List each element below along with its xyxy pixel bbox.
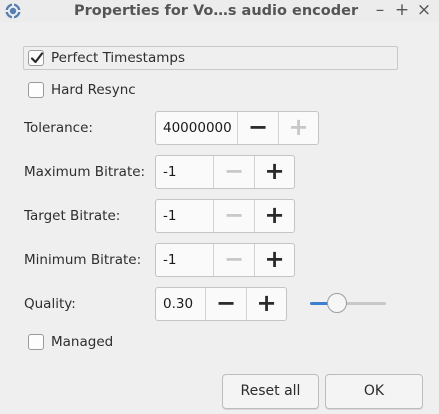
maximum-bitrate-spinbox[interactable]: -1 − +: [155, 155, 295, 189]
target-bitrate-decrement-button[interactable]: −: [214, 200, 254, 232]
maximum-bitrate-decrement-button[interactable]: −: [214, 156, 254, 188]
tolerance-spinbox[interactable]: 40000000 − +: [155, 111, 319, 145]
maximum-bitrate-input[interactable]: -1: [156, 156, 214, 188]
quality-decrement-button[interactable]: −: [206, 288, 246, 320]
hard-resync-label: Hard Resync: [51, 82, 136, 98]
tolerance-decrement-button[interactable]: −: [238, 112, 278, 144]
quality-input[interactable]: 0.30: [156, 288, 206, 320]
managed-label: Managed: [51, 334, 114, 350]
maximum-bitrate-increment-button[interactable]: +: [254, 156, 294, 188]
checkbox-box[interactable]: [28, 334, 44, 350]
minimum-bitrate-label: Minimum Bitrate:: [24, 252, 142, 268]
slider-handle[interactable]: [326, 293, 347, 313]
target-bitrate-spinbox[interactable]: -1 − +: [155, 199, 295, 233]
target-bitrate-input[interactable]: -1: [156, 200, 214, 232]
quality-increment-button[interactable]: +: [246, 288, 286, 320]
maximize-button[interactable]: +: [392, 0, 412, 22]
minimum-bitrate-decrement-button[interactable]: −: [214, 244, 254, 276]
minimum-bitrate-input[interactable]: -1: [156, 244, 214, 276]
checkbox-box[interactable]: [28, 50, 44, 66]
checkmark-icon: [30, 52, 44, 64]
maximum-bitrate-label: Maximum Bitrate:: [24, 164, 146, 180]
managed-checkbox[interactable]: Managed: [28, 332, 113, 352]
quality-slider[interactable]: [310, 290, 386, 316]
reset-all-button[interactable]: Reset all: [222, 374, 319, 409]
hard-resync-checkbox[interactable]: Hard Resync: [28, 80, 136, 100]
perfect-timestamps-checkbox[interactable]: Perfect Timestamps: [28, 48, 185, 68]
perfect-timestamps-label: Perfect Timestamps: [51, 50, 185, 66]
minimize-button[interactable]: –: [370, 0, 390, 22]
checkbox-box[interactable]: [28, 82, 44, 98]
tolerance-label: Tolerance:: [24, 120, 93, 136]
minimum-bitrate-increment-button[interactable]: +: [254, 244, 294, 276]
quality-spinbox[interactable]: 0.30 − +: [155, 287, 287, 321]
close-button[interactable]: ×: [414, 0, 434, 22]
tolerance-input[interactable]: 40000000: [156, 112, 238, 144]
target-bitrate-increment-button[interactable]: +: [254, 200, 294, 232]
window-title: Properties for Vo…s audio encoder: [74, 3, 359, 19]
tolerance-increment-button[interactable]: +: [278, 112, 318, 144]
target-bitrate-label: Target Bitrate:: [24, 208, 121, 224]
title-bar: Properties for Vo…s audio encoder – + ×: [0, 0, 439, 22]
quality-label: Quality:: [24, 296, 76, 312]
minimum-bitrate-spinbox[interactable]: -1 − +: [155, 243, 295, 277]
gear-app-icon: [4, 2, 22, 20]
ok-button[interactable]: OK: [325, 374, 423, 409]
